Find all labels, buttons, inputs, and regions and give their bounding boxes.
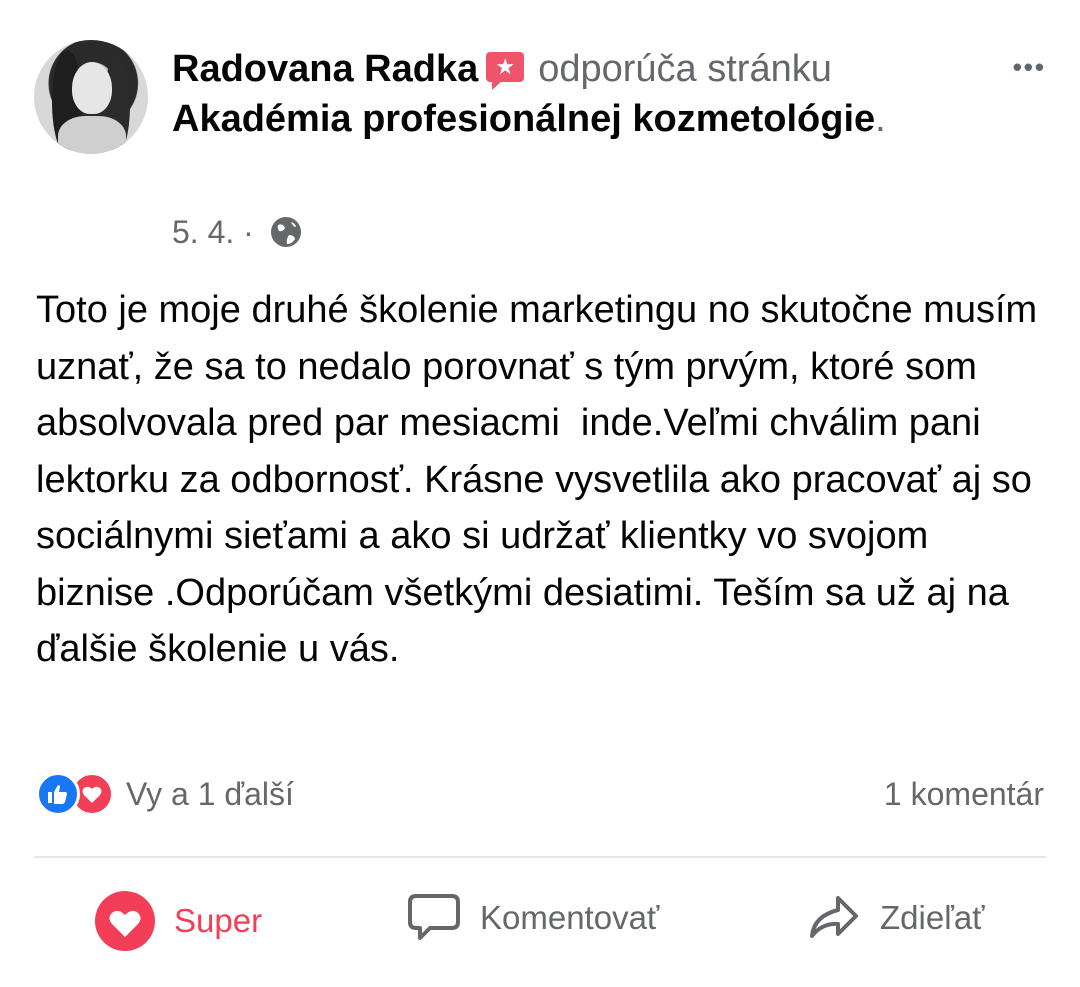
author-name[interactable]: Radovana Radka [172, 48, 478, 90]
avatar[interactable] [34, 40, 148, 154]
share-button[interactable]: Zdieľať [806, 890, 985, 946]
reactions-text: Vy a 1 ďalší [126, 775, 294, 812]
page-name[interactable]: Akadémia profesionálnej kozmetológie [172, 98, 875, 140]
reactions-summary[interactable]: Vy a 1 ďalší [36, 772, 294, 816]
recommendation-icon: ★ [486, 51, 525, 90]
share-label: Zdieľať [880, 899, 985, 936]
super-label: Super [174, 902, 263, 939]
divider [34, 856, 1046, 858]
post-body: Toto je moje druhé školenie marketingu n… [36, 289, 1048, 670]
post-date[interactable]: 5. 4. [172, 214, 234, 250]
post-meta: 5. 4. · [172, 210, 303, 254]
more-options-icon[interactable]: ••• [1013, 52, 1046, 83]
comments-count[interactable]: 1 komentár [884, 776, 1044, 813]
recommend-verb: odporúča stránku [538, 48, 832, 90]
action-bar: Super Komentovať Zdieľať [0, 890, 1080, 954]
comment-icon [408, 894, 460, 940]
avatar-body [58, 116, 126, 154]
trailing-period: . [875, 98, 886, 140]
comment-label: Komentovať [480, 899, 660, 936]
globe-icon [269, 215, 303, 249]
super-button[interactable]: Super [94, 890, 262, 952]
comment-button[interactable]: Komentovať [406, 890, 659, 946]
star-icon: ★ [495, 53, 516, 79]
love-icon [95, 891, 155, 951]
share-icon [810, 896, 858, 938]
like-reaction-icon [36, 772, 80, 816]
post-header: Radovana Radka ★ odporúča stránku Akadémia… [172, 44, 972, 144]
avatar-face [72, 62, 112, 114]
meta-separator: · [234, 214, 263, 250]
